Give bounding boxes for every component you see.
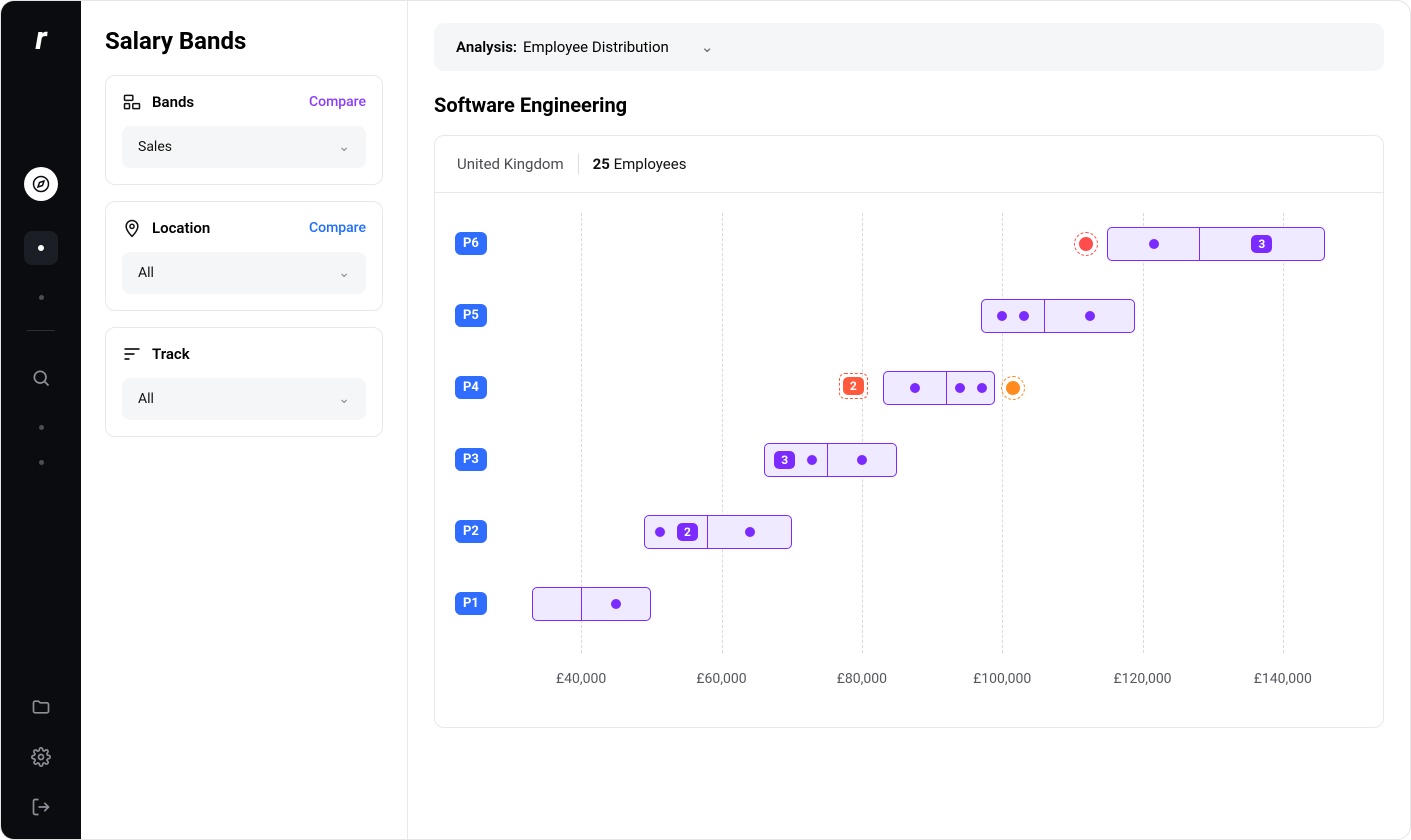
- sidebar: Salary Bands Bands Compare Sales ⌄ Locat…: [81, 1, 408, 839]
- x-axis-label: £60,000: [696, 671, 746, 687]
- x-axis-label: £140,000: [1254, 671, 1312, 687]
- analysis-dropdown[interactable]: Analysis: Employee Distribution ⌄: [434, 23, 1384, 71]
- employee-dot[interactable]: [745, 527, 755, 537]
- employee-dot[interactable]: [997, 311, 1007, 321]
- employee-count-badge[interactable]: 3: [1251, 235, 1272, 253]
- salary-band[interactable]: [532, 587, 651, 621]
- level-pill[interactable]: P4: [455, 376, 487, 399]
- chevron-down-icon: ⌄: [338, 139, 350, 155]
- select-value: Sales: [138, 139, 172, 155]
- analysis-label: Analysis:: [456, 38, 517, 56]
- band-row: P4 2: [455, 367, 1363, 407]
- folder-icon[interactable]: [31, 697, 51, 721]
- outlier-dot[interactable]: [1079, 237, 1093, 251]
- salary-band-chart: £40,000 £60,000 £80,000 £100,000 £120,000 £14…: [455, 213, 1363, 703]
- analysis-value: Employee Distribution: [523, 38, 669, 56]
- panel-location: Location Compare All ⌄: [105, 201, 383, 311]
- location-select[interactable]: All ⌄: [122, 252, 366, 294]
- compass-icon[interactable]: [24, 167, 58, 201]
- bands-select[interactable]: Sales ⌄: [122, 126, 366, 168]
- employee-count-badge[interactable]: 3: [774, 451, 795, 469]
- employee-dot[interactable]: [1085, 311, 1095, 321]
- employee-dot[interactable]: [611, 599, 621, 609]
- x-axis-label: £80,000: [837, 671, 887, 687]
- nav-dot[interactable]: [39, 460, 44, 465]
- nav-rail: r: [1, 1, 81, 839]
- rail-icons: [24, 167, 58, 465]
- salary-band[interactable]: 2: [644, 515, 791, 549]
- band-row: P6 3: [455, 223, 1363, 263]
- nav-dot[interactable]: [39, 425, 44, 430]
- chart-card: United Kingdom 25 Employees £40,000 £60,0…: [434, 135, 1384, 728]
- chart-header: United Kingdom 25 Employees: [435, 136, 1383, 193]
- panel-bands: Bands Compare Sales ⌄: [105, 75, 383, 185]
- salary-band[interactable]: [981, 299, 1135, 333]
- page-title: Salary Bands: [105, 27, 383, 55]
- select-value: All: [138, 391, 154, 407]
- compare-link-location[interactable]: Compare: [309, 220, 366, 236]
- chart-body: £40,000 £60,000 £80,000 £100,000 £120,000 £14…: [435, 193, 1383, 727]
- settings-icon[interactable]: [31, 747, 51, 771]
- chevron-down-icon: ⌄: [338, 391, 350, 407]
- panel-label: Bands: [152, 93, 194, 111]
- panel-label: Location: [152, 219, 210, 237]
- logout-icon[interactable]: [31, 797, 51, 821]
- bands-icon: [122, 92, 142, 112]
- band-row: P2 2: [455, 511, 1363, 551]
- employee-dot[interactable]: [977, 383, 987, 393]
- salary-band[interactable]: 3: [1107, 227, 1325, 261]
- nav-item-active[interactable]: [24, 231, 58, 265]
- rail-bottom: [31, 697, 51, 821]
- location-icon: [122, 218, 142, 238]
- level-pill[interactable]: P3: [455, 448, 487, 471]
- select-value: All: [138, 265, 154, 281]
- employee-dot[interactable]: [807, 455, 817, 465]
- band-row: P3 3: [455, 439, 1363, 479]
- track-icon: [122, 344, 142, 364]
- employee-dot[interactable]: [910, 383, 920, 393]
- employee-dot[interactable]: [857, 455, 867, 465]
- salary-band[interactable]: 3: [764, 443, 897, 477]
- search-icon[interactable]: [24, 361, 58, 395]
- employee-count-badge[interactable]: 2: [677, 523, 698, 541]
- compare-link-bands[interactable]: Compare: [309, 94, 366, 110]
- employee-dot[interactable]: [1149, 239, 1159, 249]
- x-axis-label: £120,000: [1113, 671, 1171, 687]
- panel-track: Track All ⌄: [105, 327, 383, 437]
- panel-label: Track: [152, 345, 190, 363]
- band-row: P5: [455, 295, 1363, 335]
- salary-band[interactable]: [883, 371, 995, 405]
- x-axis-label: £40,000: [556, 671, 606, 687]
- rail-divider: [27, 330, 55, 331]
- track-select[interactable]: All ⌄: [122, 378, 366, 420]
- level-pill[interactable]: P5: [455, 304, 487, 327]
- employee-dot[interactable]: [655, 527, 665, 537]
- divider: [578, 154, 579, 174]
- employee-count: 25 Employees: [593, 155, 687, 173]
- employee-dot[interactable]: [955, 383, 965, 393]
- employee-dot[interactable]: [1019, 311, 1029, 321]
- level-pill[interactable]: P1: [455, 592, 487, 615]
- chevron-down-icon: ⌄: [701, 38, 714, 56]
- under-band-badge[interactable]: 2: [843, 377, 864, 395]
- main-content: Analysis: Employee Distribution ⌄ Softwa…: [408, 1, 1410, 839]
- app-window: r Salary Bands: [0, 0, 1411, 840]
- chevron-down-icon: ⌄: [338, 265, 350, 281]
- x-axis-label: £100,000: [973, 671, 1031, 687]
- band-row: P1: [455, 583, 1363, 623]
- level-pill[interactable]: P2: [455, 520, 487, 543]
- outlier-dot[interactable]: [1006, 381, 1020, 395]
- section-title: Software Engineering: [434, 93, 1384, 117]
- level-pill[interactable]: P6: [455, 232, 487, 255]
- logo: r: [35, 19, 46, 57]
- chart-location: United Kingdom: [457, 155, 564, 173]
- nav-dot[interactable]: [39, 295, 44, 300]
